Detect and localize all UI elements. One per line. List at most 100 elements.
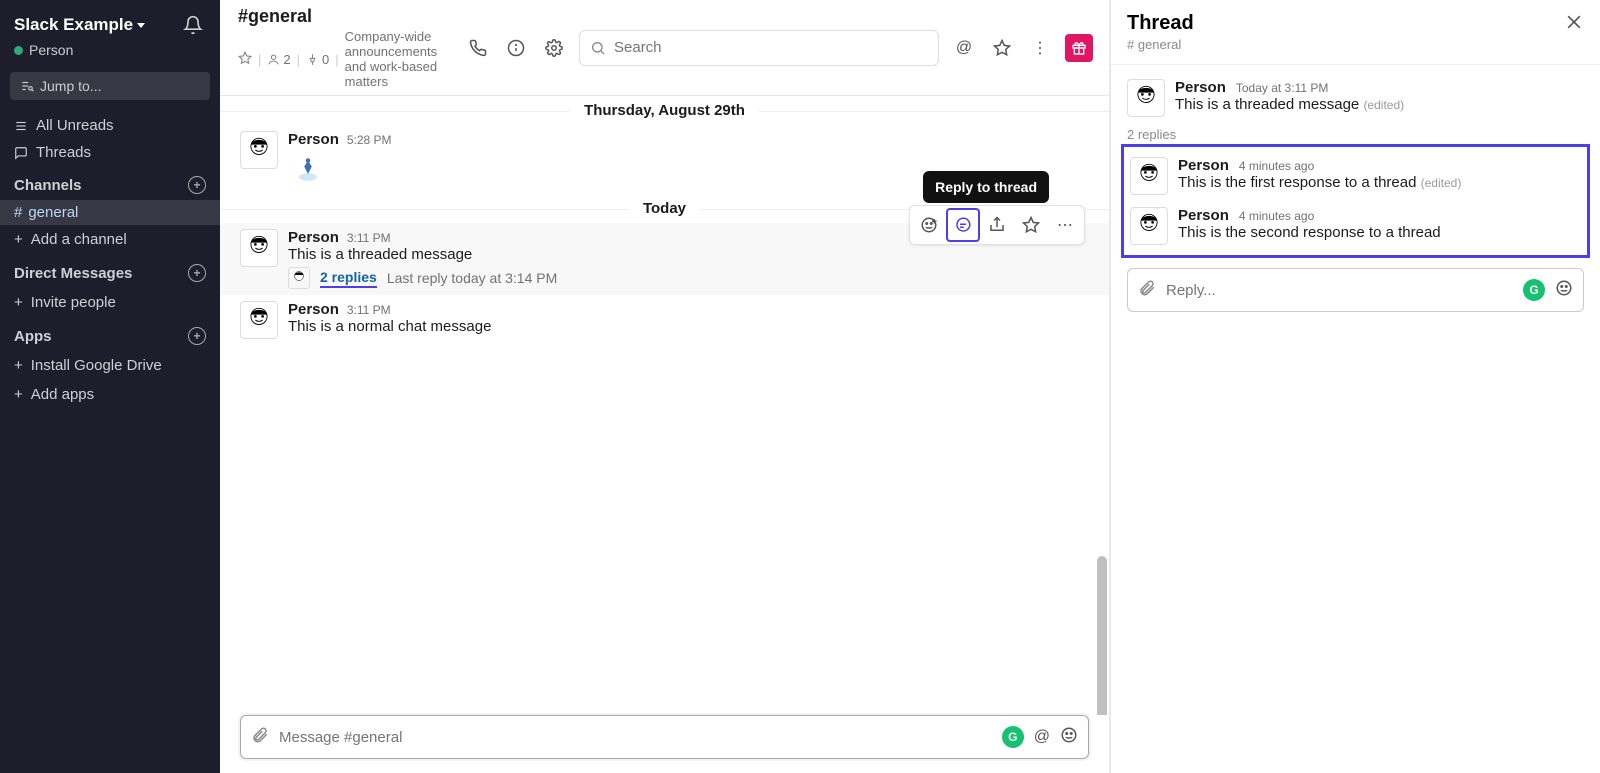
message-actions: ⋯	[909, 205, 1085, 245]
notifications-icon[interactable]	[180, 12, 206, 38]
presence-dot-icon	[14, 46, 23, 55]
channel-topic[interactable]: Company-wide announcements and work-base…	[345, 29, 451, 89]
workspace-switcher[interactable]: Slack Example	[14, 15, 145, 35]
reply-sender[interactable]: Person	[1178, 207, 1229, 224]
avatar[interactable]	[240, 131, 278, 169]
workspace-name-label: Slack Example	[14, 15, 133, 35]
thread-root-message: Person Today at 3:11 PM This is a thread…	[1111, 73, 1600, 123]
channels-header[interactable]: Channels	[14, 177, 82, 194]
replies-link[interactable]: 2 replies	[320, 269, 377, 288]
avatar[interactable]	[1130, 157, 1168, 195]
pins-icon[interactable]: 0	[306, 52, 329, 67]
message-time: 3:11 PM	[347, 303, 391, 317]
apps-header[interactable]: Apps	[14, 328, 52, 345]
share-icon[interactable]	[980, 208, 1014, 242]
avatar[interactable]	[240, 229, 278, 267]
star-icon[interactable]	[238, 51, 252, 68]
plus-icon: +	[14, 231, 23, 248]
install-google-drive-button[interactable]: + Install Google Drive	[0, 351, 220, 380]
avatar[interactable]	[1127, 79, 1165, 117]
reply-sender[interactable]: Person	[1178, 157, 1229, 174]
channel-title[interactable]: #general	[238, 6, 451, 27]
jump-to-input[interactable]: Jump to...	[10, 72, 210, 100]
star-message-icon[interactable]	[1014, 208, 1048, 242]
composer-input[interactable]	[279, 729, 992, 746]
add-reaction-icon[interactable]	[912, 208, 946, 242]
sidebar: Slack Example Person Jump to... All Unre…	[0, 0, 220, 773]
members-count: 2	[283, 52, 290, 67]
thread-replies-count: 2 replies	[1111, 123, 1600, 144]
current-user-name: Person	[29, 42, 73, 58]
thread-sender[interactable]: Person	[1175, 79, 1226, 96]
mentions-icon[interactable]: @	[951, 35, 977, 61]
jump-to-placeholder: Jump to...	[40, 78, 101, 94]
reply-time: 4 minutes ago	[1239, 159, 1314, 173]
channel-item-general[interactable]: # general	[0, 200, 220, 225]
reply-text: This is the second response to a thread	[1178, 224, 1441, 241]
message-time: 3:11 PM	[347, 231, 391, 245]
current-user-presence[interactable]: Person	[0, 40, 220, 68]
thread-composer[interactable]: G	[1127, 268, 1584, 312]
more-actions-icon[interactable]: ⋯	[1048, 208, 1082, 242]
jump-icon	[20, 79, 34, 93]
sidebar-item-label: Threads	[36, 144, 91, 161]
dm-header[interactable]: Direct Messages	[14, 265, 132, 282]
hash-icon: #	[14, 204, 22, 221]
members-icon[interactable]: 2	[267, 52, 290, 67]
message-attachment[interactable]	[288, 148, 328, 188]
emoji-composer-icon[interactable]	[1060, 726, 1078, 749]
add-app-icon[interactable]: +	[188, 327, 206, 345]
add-dm-icon[interactable]: +	[188, 264, 206, 282]
reply-thread-icon[interactable]	[946, 208, 980, 242]
more-header-icon[interactable]: ⋮	[1027, 35, 1053, 61]
invite-people-button[interactable]: + Invite people	[0, 288, 220, 317]
avatar[interactable]	[1130, 207, 1168, 245]
attach-icon[interactable]	[1138, 279, 1156, 302]
plus-icon: +	[14, 357, 23, 374]
add-channel-label: Add a channel	[31, 231, 127, 248]
settings-icon[interactable]	[541, 35, 567, 61]
message-text: This is a threaded message	[288, 246, 1089, 263]
pins-count: 0	[322, 52, 329, 67]
call-icon[interactable]	[465, 35, 491, 61]
message-sender[interactable]: Person	[288, 301, 339, 318]
thread-panel: Thread # general Person Today at 3:11 PM…	[1110, 0, 1600, 773]
gift-icon[interactable]	[1065, 34, 1093, 62]
close-thread-icon[interactable]	[1564, 12, 1584, 37]
avatar[interactable]	[240, 301, 278, 339]
add-apps-button[interactable]: + Add apps	[0, 380, 220, 409]
sidebar-item-all-unreads[interactable]: All Unreads	[0, 112, 220, 139]
plus-icon: +	[14, 294, 23, 311]
edited-label: (edited)	[1363, 98, 1404, 112]
reply-time: 4 minutes ago	[1239, 209, 1314, 223]
add-channel-button[interactable]: + Add a channel	[0, 225, 220, 254]
date-label: Today	[629, 200, 700, 217]
last-reply-label: Last reply today at 3:14 PM	[387, 270, 557, 286]
add-channel-icon[interactable]: +	[188, 176, 206, 194]
search-input[interactable]	[579, 30, 939, 66]
info-icon[interactable]	[503, 35, 529, 61]
message-row: Person 3:11 PM This is a normal chat mes…	[220, 295, 1109, 345]
attach-icon[interactable]	[251, 726, 269, 749]
thread-title: Thread	[1127, 12, 1194, 35]
grammarly-icon[interactable]: G	[1002, 726, 1024, 748]
star-header-icon[interactable]	[989, 35, 1015, 61]
scrollbar[interactable]	[1097, 556, 1107, 715]
divider: |	[258, 52, 261, 67]
thread-composer-input[interactable]	[1166, 282, 1513, 299]
message-sender[interactable]: Person	[288, 229, 339, 246]
invite-label: Invite people	[31, 294, 116, 311]
thread-root-text: This is a threaded message	[1175, 96, 1359, 113]
mention-composer-icon[interactable]: @	[1034, 728, 1050, 746]
search-icon	[590, 40, 606, 56]
sidebar-item-threads[interactable]: Threads	[0, 139, 220, 166]
message-composer[interactable]: G @	[240, 715, 1089, 759]
thread-reply: Person 4 minutes ago This is the second …	[1124, 201, 1587, 251]
thread-subtitle: # general	[1127, 37, 1194, 52]
reply-avatar[interactable]	[288, 267, 310, 289]
search-field[interactable]	[614, 39, 928, 56]
grammarly-icon[interactable]: G	[1523, 279, 1545, 301]
message-sender[interactable]: Person	[288, 131, 339, 148]
edited-label: (edited)	[1421, 176, 1462, 190]
emoji-composer-icon[interactable]	[1555, 279, 1573, 302]
